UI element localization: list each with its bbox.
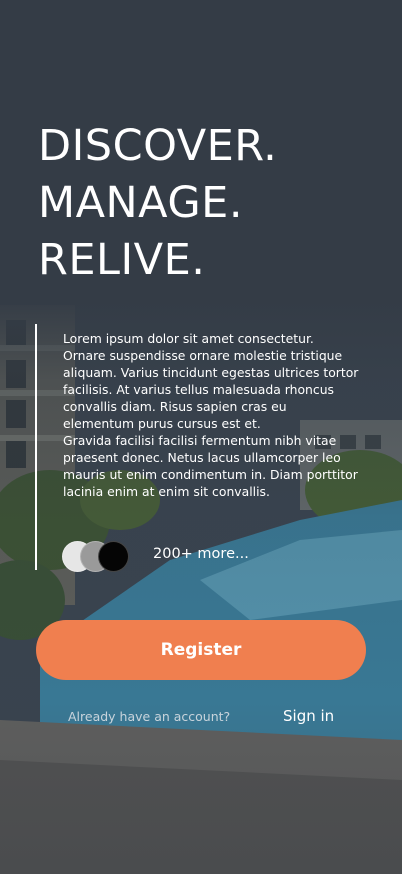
welcome-screen: DISCOVER. MANAGE. RELIVE. Lorem ipsum do… [0, 0, 402, 874]
hero-headline: DISCOVER. MANAGE. RELIVE. [38, 118, 277, 289]
sign-in-link[interactable]: Sign in [283, 707, 334, 725]
accent-divider-line [35, 324, 37, 570]
description-paragraph-1: Lorem ipsum dolor sit amet consectetur. … [63, 331, 359, 431]
headline-line-discover: DISCOVER. [38, 121, 278, 171]
avatar-group [62, 541, 142, 572]
more-members-count: 200+ more... [153, 546, 249, 562]
avatar [98, 541, 129, 572]
headline-line-relive: RELIVE. [38, 235, 206, 285]
register-button[interactable]: Register [36, 620, 366, 680]
description-paragraph-2: Gravida facilisi facilisi fermentum nibh… [63, 433, 358, 499]
headline-line-manage: MANAGE. [38, 178, 243, 228]
description-text: Lorem ipsum dolor sit amet consectetur. … [63, 330, 359, 500]
account-prompt: Already have an account? [68, 709, 231, 724]
